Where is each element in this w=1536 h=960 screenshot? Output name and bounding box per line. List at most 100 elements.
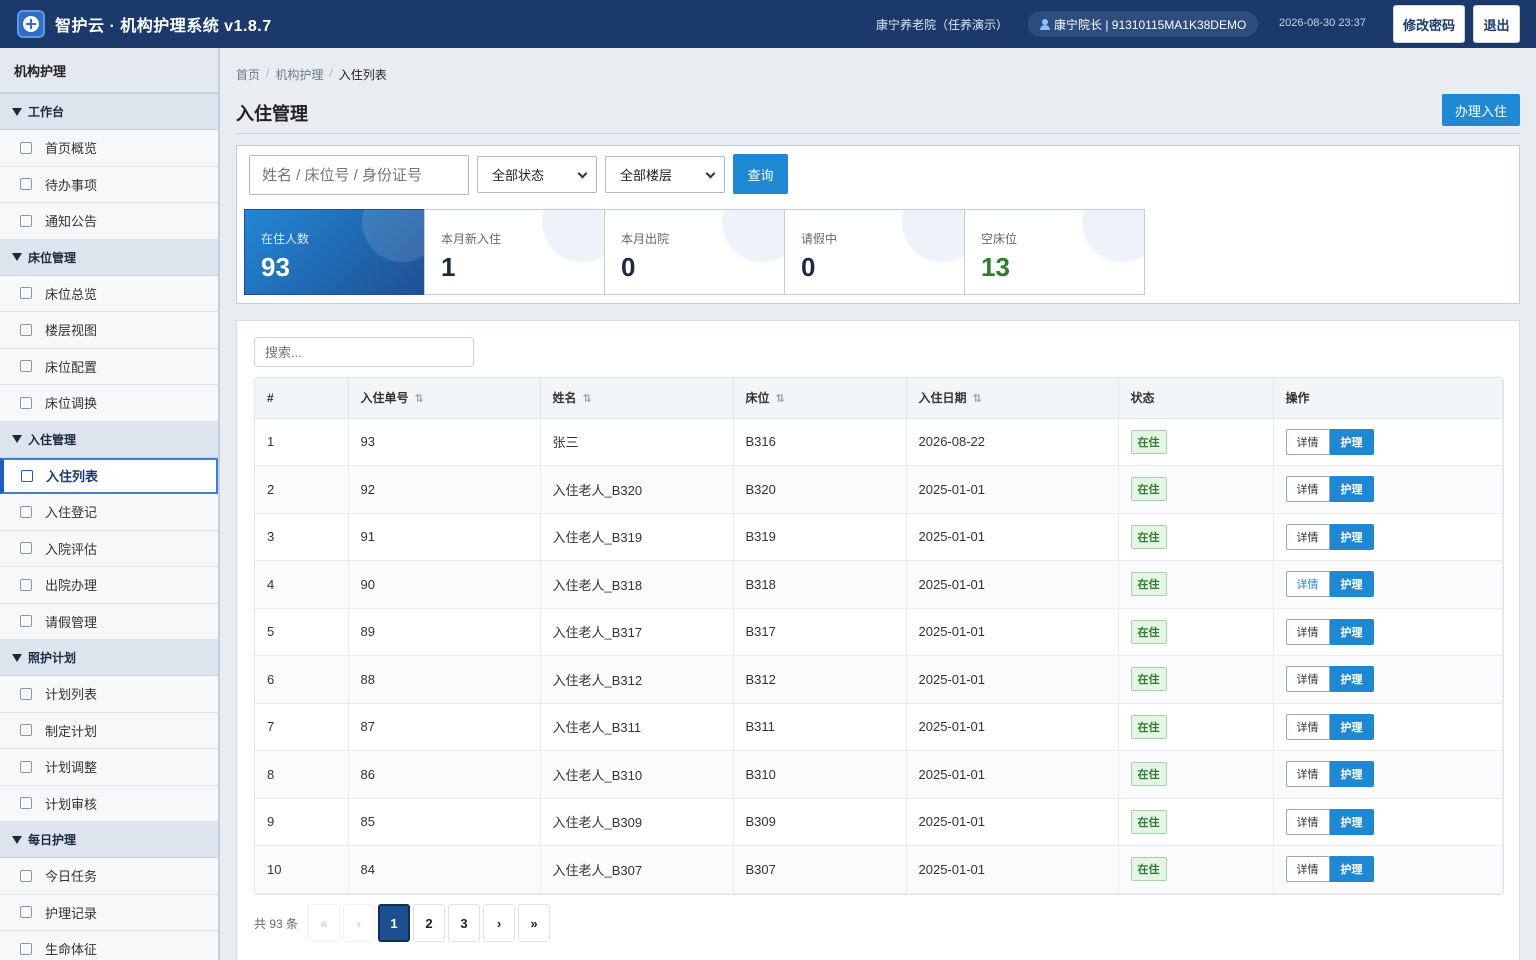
sidebar-item[interactable]: 计划审核: [0, 785, 218, 822]
detail-button[interactable]: 详情: [1285, 713, 1330, 740]
breadcrumb-home[interactable]: 首页: [236, 66, 260, 83]
cell-status: 在住: [1118, 608, 1274, 656]
table-search-input[interactable]: [254, 337, 474, 367]
bed-icon: [20, 287, 32, 300]
cell-name: 入住老人_B307: [540, 845, 734, 894]
care-button[interactable]: 护理: [1329, 713, 1374, 740]
care-button[interactable]: 护理: [1329, 666, 1374, 693]
cell-status: 在住: [1118, 560, 1274, 609]
sidebar-item[interactable]: 今日任务: [0, 858, 218, 895]
sidebar-item[interactable]: 出院办理: [0, 567, 218, 604]
status-badge: 在住: [1130, 619, 1167, 644]
sidebar-item[interactable]: 待办事项: [0, 166, 218, 203]
care-button[interactable]: 护理: [1329, 761, 1374, 788]
detail-button[interactable]: 详情: [1285, 428, 1330, 455]
sort-icon[interactable]: ⇅: [583, 392, 592, 405]
sidebar-item[interactable]: 楼层视图: [0, 312, 218, 349]
logout-button[interactable]: 退出: [1473, 5, 1520, 43]
cell-no: 91: [348, 513, 541, 561]
care-button[interactable]: 护理: [1329, 428, 1374, 455]
column-header-admission-no[interactable]: 入住单号 ⇅: [348, 378, 541, 419]
change-password-button[interactable]: 修改密码: [1393, 5, 1465, 43]
search-input[interactable]: [249, 155, 469, 195]
care-button[interactable]: 护理: [1329, 571, 1374, 598]
detail-button[interactable]: 详情: [1285, 618, 1330, 645]
checkbox-icon: [20, 869, 32, 882]
sidebar-group[interactable]: 入住管理: [0, 421, 218, 458]
breadcrumb-section[interactable]: 机构护理: [275, 66, 323, 83]
cell-date: 2026-08-22: [906, 418, 1119, 466]
sidebar-item[interactable]: 入住登记: [0, 494, 218, 531]
sidebar-item[interactable]: 护理记录: [0, 894, 218, 931]
care-button[interactable]: 护理: [1329, 856, 1374, 883]
sidebar-group[interactable]: 工作台: [0, 94, 218, 130]
cell-no: 84: [348, 845, 541, 894]
cell-date: 2025-01-01: [906, 798, 1119, 846]
sidebar-title: 机构护理: [0, 48, 218, 94]
sidebar-item[interactable]: 请假管理: [0, 603, 218, 640]
sidebar-group-label: 床位管理: [28, 250, 77, 265]
detail-button[interactable]: 详情: [1285, 808, 1330, 835]
sidebar-item[interactable]: 首页概览: [0, 130, 218, 167]
floor-select[interactable]: 全部楼层: [605, 156, 725, 193]
first-page-button[interactable]: «: [308, 904, 341, 942]
cell-bed: B319: [733, 513, 907, 561]
sidebar-group[interactable]: 照护计划: [0, 640, 218, 676]
sidebar-item[interactable]: 入住列表: [0, 457, 218, 494]
cell-name: 入住老人_B320: [540, 465, 734, 514]
care-button[interactable]: 护理: [1329, 476, 1374, 503]
detail-button[interactable]: 详情: [1285, 761, 1330, 788]
care-button[interactable]: 护理: [1329, 523, 1374, 550]
last-page-button[interactable]: »: [518, 904, 551, 942]
detail-button[interactable]: 详情: [1285, 856, 1330, 883]
page-button-2[interactable]: 2: [413, 904, 446, 942]
sort-icon[interactable]: ⇅: [776, 392, 785, 405]
sidebar-group[interactable]: 每日护理: [0, 822, 218, 858]
care-button[interactable]: 护理: [1329, 618, 1374, 645]
prev-page-button[interactable]: ‹: [343, 904, 376, 942]
sort-icon[interactable]: ⇅: [415, 392, 424, 405]
status-select[interactable]: 全部状态: [477, 156, 597, 193]
cell-name: 入住老人_B311: [540, 703, 734, 751]
cell-actions: 详情 护理: [1273, 655, 1503, 704]
calendar-off-icon: [20, 615, 32, 628]
column-header-bed[interactable]: 床位 ⇅: [733, 378, 907, 419]
detail-button[interactable]: 详情: [1285, 571, 1330, 598]
sidebar-item[interactable]: 计划调整: [0, 749, 218, 786]
sidebar-item[interactable]: 计划列表: [0, 676, 218, 713]
detail-button[interactable]: 详情: [1285, 476, 1330, 503]
cell-actions: 详情 护理: [1273, 703, 1503, 751]
care-button[interactable]: 护理: [1329, 808, 1374, 835]
grid-icon: [20, 141, 32, 154]
page-button-3[interactable]: 3: [448, 904, 481, 942]
detail-button[interactable]: 详情: [1285, 523, 1330, 550]
sidebar-item[interactable]: 通知公告: [0, 203, 218, 240]
user-label: 康宁院长 | 91310115MA1K38DEMO: [1054, 17, 1247, 32]
admit-button[interactable]: 办理入住: [1442, 94, 1520, 126]
sidebar-item[interactable]: 床位总览: [0, 275, 218, 312]
floor-select-value: 全部楼层: [620, 168, 673, 183]
next-page-button[interactable]: ›: [483, 904, 516, 942]
sidebar-group[interactable]: 床位管理: [0, 239, 218, 276]
sidebar-item[interactable]: 入院评估: [0, 530, 218, 567]
detail-button[interactable]: 详情: [1285, 666, 1330, 693]
sidebar-group-label: 每日护理: [28, 833, 77, 847]
page-button-1[interactable]: 1: [378, 904, 411, 942]
stat-label: 空床位: [981, 232, 1018, 246]
file-add-icon: [20, 724, 32, 737]
query-button[interactable]: 查询: [733, 154, 788, 194]
sidebar-item-label: 出院办理: [45, 578, 98, 594]
sort-icon[interactable]: ⇅: [973, 392, 982, 405]
column-header-name[interactable]: 姓名 ⇅: [540, 378, 734, 419]
cell-status: 在住: [1118, 703, 1274, 751]
cell-actions: 详情 护理: [1273, 608, 1503, 656]
org-name: 康宁养老院（任养演示）: [876, 18, 1009, 32]
sidebar-item[interactable]: 床位调换: [0, 385, 218, 422]
sidebar-item[interactable]: 生命体征: [0, 931, 218, 960]
sidebar-item[interactable]: 制定计划: [0, 712, 218, 749]
caret-down-icon: [12, 107, 22, 116]
breadcrumb: 首页 / 机构护理 / 入住列表: [236, 66, 387, 83]
status-badge: 在住: [1130, 667, 1167, 692]
column-header-date[interactable]: 入住日期 ⇅: [906, 378, 1119, 419]
sidebar-item[interactable]: 床位配置: [0, 348, 218, 385]
